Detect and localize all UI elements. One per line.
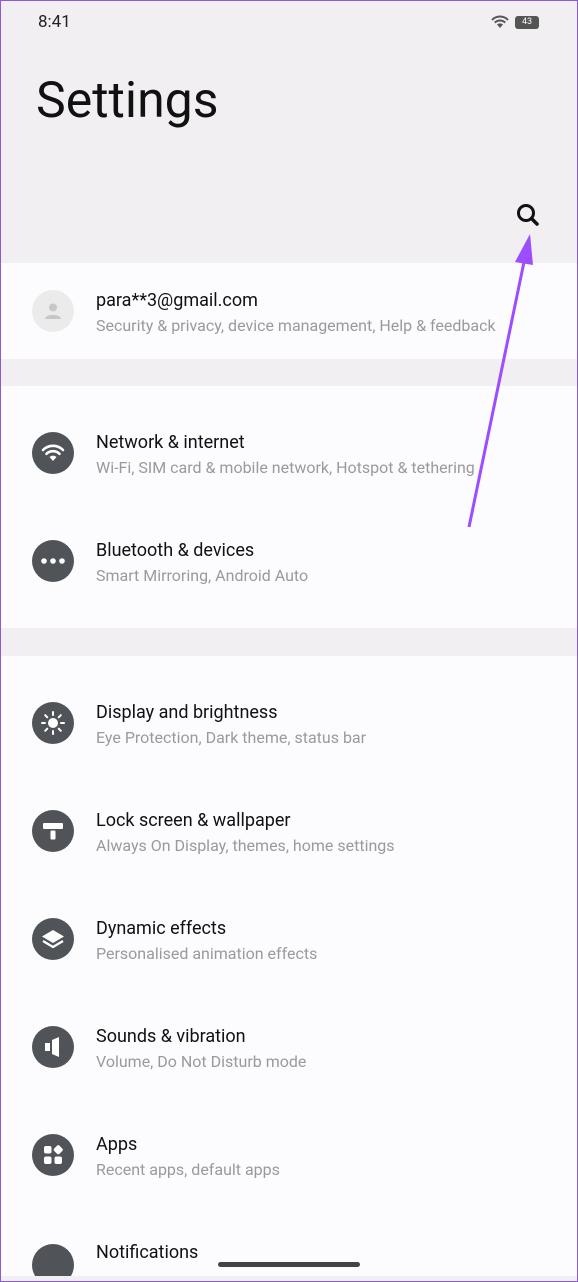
settings-item-title: Display and brightness xyxy=(96,702,278,723)
settings-item-subtitle: Personalised animation effects xyxy=(96,944,318,963)
settings-item-title: Network & internet xyxy=(96,432,245,453)
settings-item-display[interactable]: Display and brightness Eye Protection, D… xyxy=(0,669,578,777)
settings-item-title: Bluetooth & devices xyxy=(96,540,255,561)
account-card: para**3@gmail.com Security & privacy, de… xyxy=(0,263,578,359)
settings-item-subtitle: Smart Mirroring, Android Auto xyxy=(96,566,309,585)
connectivity-card: Network & internet Wi-Fi, SIM card & mob… xyxy=(0,386,578,628)
wifi-icon xyxy=(41,444,65,461)
layers-icon xyxy=(42,930,64,949)
avatar xyxy=(32,290,74,332)
home-indicator[interactable] xyxy=(218,1262,360,1267)
search-icon xyxy=(517,204,539,226)
settings-item-sounds[interactable]: Sounds & vibration Volume, Do Not Distur… xyxy=(0,993,578,1101)
settings-item-subtitle: Recent apps, default apps xyxy=(96,1160,280,1179)
brightness-icon xyxy=(41,711,65,735)
person-icon xyxy=(45,303,61,319)
notifications-icon xyxy=(32,1244,74,1276)
account-subtitle: Security & privacy, device management, H… xyxy=(96,316,496,335)
apps-icon xyxy=(44,1145,63,1164)
page-title: Settings xyxy=(36,72,219,130)
search-button[interactable] xyxy=(510,198,546,234)
settings-item-title: Notifications xyxy=(96,1242,199,1263)
status-time: 8:41 xyxy=(38,12,71,32)
status-bar: 8:41 43 xyxy=(0,0,578,46)
personalization-card: Display and brightness Eye Protection, D… xyxy=(0,656,578,1276)
settings-item-title: Lock screen & wallpaper xyxy=(96,810,291,831)
wifi-status-icon xyxy=(491,15,509,28)
speaker-icon xyxy=(45,1037,59,1057)
more-dots-icon xyxy=(41,558,65,564)
account-row[interactable]: para**3@gmail.com Security & privacy, de… xyxy=(0,263,578,359)
settings-item-title: Dynamic effects xyxy=(96,918,227,939)
battery-icon: 43 xyxy=(515,16,539,29)
settings-item-lockscreen[interactable]: Lock screen & wallpaper Always On Displa… xyxy=(0,777,578,885)
settings-item-subtitle: Always On Display, themes, home settings xyxy=(96,836,395,855)
settings-item-dynamic-effects[interactable]: Dynamic effects Personalised animation e… xyxy=(0,885,578,993)
settings-item-subtitle: Eye Protection, Dark theme, status bar xyxy=(96,728,367,747)
wallpaper-icon xyxy=(43,823,63,840)
settings-item-network[interactable]: Network & internet Wi-Fi, SIM card & mob… xyxy=(0,399,578,507)
settings-item-bluetooth[interactable]: Bluetooth & devices Smart Mirroring, And… xyxy=(0,507,578,615)
settings-item-subtitle: Volume, Do Not Disturb mode xyxy=(96,1052,307,1071)
settings-item-subtitle: Wi-Fi, SIM card & mobile network, Hotspo… xyxy=(96,458,475,477)
account-email: para**3@gmail.com xyxy=(96,290,258,311)
settings-item-title: Apps xyxy=(96,1134,138,1155)
settings-item-title: Sounds & vibration xyxy=(96,1026,246,1047)
settings-item-apps[interactable]: Apps Recent apps, default apps xyxy=(0,1101,578,1209)
